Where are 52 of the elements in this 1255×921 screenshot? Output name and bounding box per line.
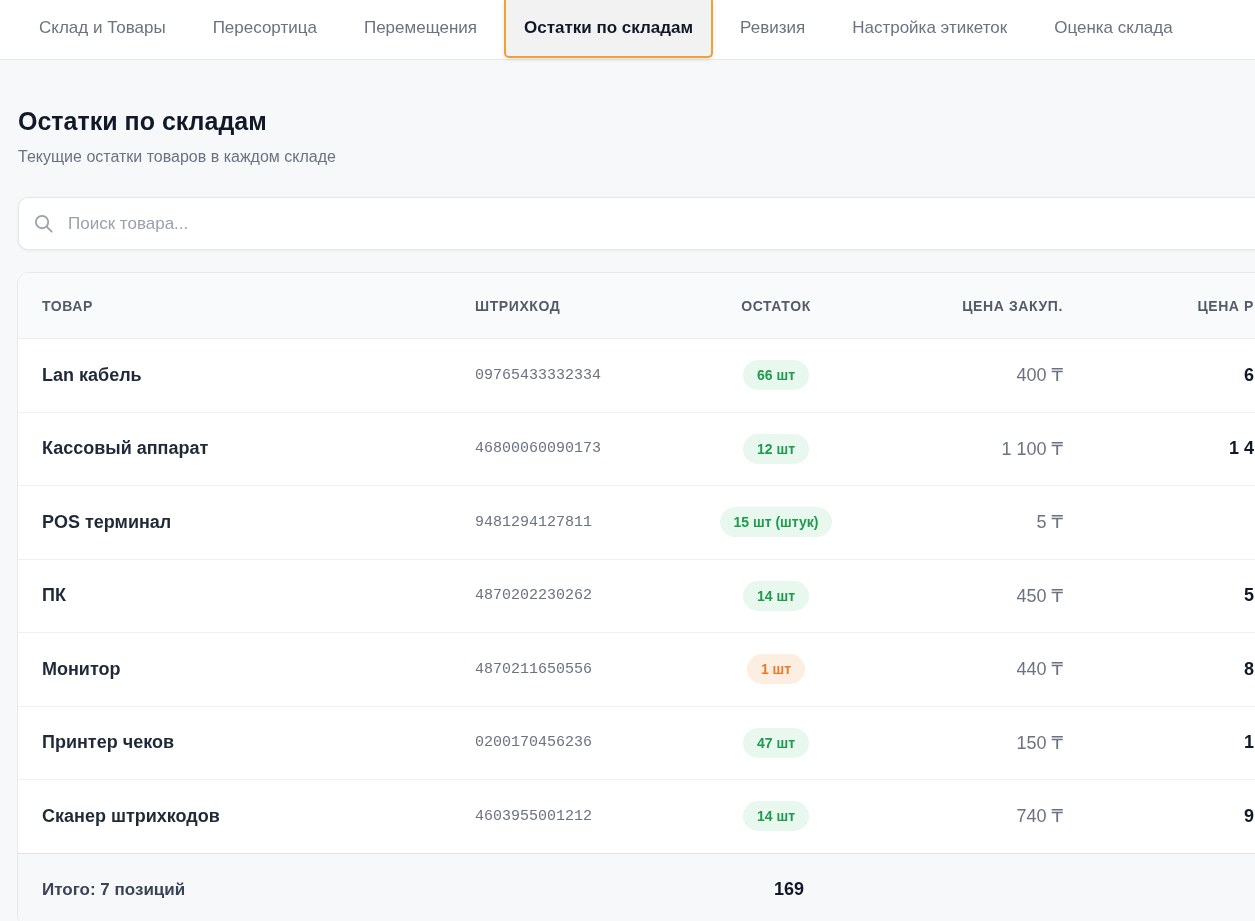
stock-badge: 47 шт xyxy=(743,727,809,758)
barcode: 9481294127811 xyxy=(475,513,593,531)
tab[interactable]: Перемещения xyxy=(343,0,497,58)
column-header: ШТРИХКОД xyxy=(475,297,561,314)
column-header: ЦЕНА Р xyxy=(1197,297,1254,314)
search-icon xyxy=(34,214,53,233)
stock-badge: 1 шт xyxy=(746,654,806,685)
total-stock: 169 xyxy=(773,879,804,900)
page-subtitle: Текущие остатки товаров в каждом складе xyxy=(18,147,337,167)
tab[interactable]: Остатки по складам xyxy=(504,0,714,58)
purchase-price: 1 100 ₸ xyxy=(1001,437,1063,460)
barcode: 0200170456236 xyxy=(475,734,593,752)
purchase-price: 400 ₸ xyxy=(1016,364,1063,387)
tab[interactable]: Настройка этикеток xyxy=(832,0,1028,58)
product-name: Сканер штрихкодов xyxy=(42,805,220,827)
sale-price: 1 4 xyxy=(1228,438,1254,460)
sale-price: 5 xyxy=(1244,585,1254,607)
stock-badge: 66 шт xyxy=(743,360,809,391)
tab[interactable]: Ревизия xyxy=(720,0,826,58)
sale-price: 1 xyxy=(1244,732,1254,754)
barcode: 4603955001212 xyxy=(475,807,593,825)
barcode: 09765433332334 xyxy=(475,366,602,384)
product-name: Lan кабель xyxy=(42,364,142,386)
barcode: 4870211650556 xyxy=(475,660,593,678)
purchase-price: 150 ₸ xyxy=(1016,731,1063,754)
product-name: Монитор xyxy=(42,658,121,680)
column-header: ОСТАТОК xyxy=(741,297,811,314)
stock-badge: 15 шт (штук) xyxy=(719,507,833,538)
sale-price: 8 xyxy=(1244,658,1254,680)
tab[interactable]: Склад и Товары xyxy=(19,0,186,58)
stock-badge: 14 шт xyxy=(743,801,809,832)
tab[interactable]: Пересортица xyxy=(192,0,337,58)
barcode: 4870202230262 xyxy=(475,587,593,605)
column-header: ТОВАР xyxy=(42,297,93,314)
product-name: Принтер чеков xyxy=(42,732,174,754)
total-label: Итого: 7 позиций xyxy=(42,879,186,900)
tab[interactable]: Оценка склада xyxy=(1034,0,1193,58)
product-name: ПК xyxy=(42,585,66,607)
purchase-price: 440 ₸ xyxy=(1016,658,1063,681)
stock-badge: 14 шт xyxy=(743,580,809,611)
sale-price: 6 xyxy=(1244,364,1254,386)
stock-badge: 12 шт xyxy=(743,433,809,464)
column-header: ЦЕНА ЗАКУП. xyxy=(962,297,1063,314)
product-name: POS терминал xyxy=(42,511,172,533)
sale-price: 9 xyxy=(1244,805,1254,827)
purchase-price: 5 ₸ xyxy=(1036,511,1063,534)
page-title: Остатки по складам xyxy=(18,106,268,136)
purchase-price: 740 ₸ xyxy=(1016,805,1063,828)
search-field[interactable]: Поиск товара... xyxy=(18,197,1255,250)
product-name: Кассовый аппарат xyxy=(42,438,209,460)
barcode: 46800060090173 xyxy=(475,440,602,458)
purchase-price: 450 ₸ xyxy=(1016,584,1063,607)
